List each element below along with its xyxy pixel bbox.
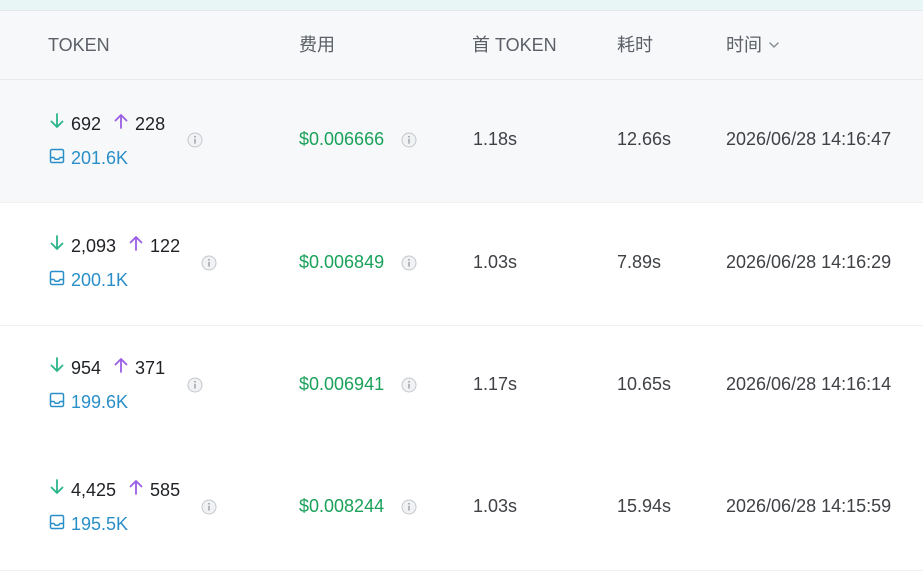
info-icon[interactable]: [201, 499, 217, 515]
arrow-down-icon: [49, 111, 65, 137]
output-tokens: 585: [150, 480, 181, 500]
arrow-down-icon: [49, 233, 65, 259]
arrow-up-icon: [113, 355, 129, 381]
timestamp: 2026/06/28 14:16:14: [726, 374, 892, 394]
timestamp: 2026/06/28 14:15:59: [726, 496, 892, 516]
timestamp: 2026/06/28 14:16:47: [726, 129, 892, 149]
table-row[interactable]: 692 228 201.6K $0.006666 1.18s 12.66s 202…: [0, 80, 923, 203]
input-tokens: 2,093: [71, 236, 117, 256]
info-icon[interactable]: [401, 255, 417, 271]
table-row[interactable]: 4,425 585 195.5K $0.008244 1.03s 15.94s 2…: [0, 448, 923, 571]
cost: $0.006666: [299, 129, 385, 149]
first-token-latency: 1.03s: [473, 496, 518, 516]
inbox-icon: [49, 267, 65, 293]
output-tokens: 371: [135, 358, 166, 378]
cost: $0.006941: [299, 374, 385, 394]
token-io: 2,093 122: [49, 233, 180, 259]
info-icon[interactable]: [187, 132, 203, 148]
input-tokens: 4,425: [71, 480, 117, 500]
input-tokens: 954: [71, 358, 102, 378]
cache-tokens: 200.1K: [71, 270, 129, 290]
cache-tokens: 201.6K: [71, 148, 129, 168]
table-header: TOKEN 费用 首 TOKEN 耗时 时间: [0, 11, 923, 80]
input-tokens: 692: [71, 114, 102, 134]
header-first-token: 首 TOKEN: [472, 35, 557, 55]
header-time-label: 时间: [726, 35, 762, 55]
token-io: 954 371: [49, 355, 165, 381]
token-cache: 195.5K: [49, 511, 128, 537]
duration: 15.94s: [617, 496, 672, 516]
output-tokens: 122: [150, 236, 181, 256]
info-icon[interactable]: [201, 255, 217, 271]
info-icon[interactable]: [401, 499, 417, 515]
inbox-icon: [49, 145, 65, 171]
cost: $0.006849: [299, 252, 385, 272]
header-time[interactable]: 时间: [726, 11, 780, 79]
header-duration: 耗时: [617, 35, 653, 55]
table-row[interactable]: 2,093 122 200.1K $0.006849 1.03s 7.89s 20…: [0, 203, 923, 326]
duration: 7.89s: [617, 252, 662, 272]
chevron-down-icon[interactable]: [768, 11, 780, 79]
header-cost: 费用: [299, 35, 335, 55]
token-io: 692 228: [49, 111, 165, 137]
table-row[interactable]: 954 371 199.6K $0.006941 1.17s 10.65s 202…: [0, 326, 923, 449]
inbox-icon: [49, 511, 65, 537]
info-icon[interactable]: [401, 377, 417, 393]
token-cache: 199.6K: [49, 389, 128, 415]
first-token-latency: 1.18s: [473, 129, 518, 149]
info-icon[interactable]: [401, 132, 417, 148]
info-icon[interactable]: [187, 377, 203, 393]
duration: 10.65s: [617, 374, 672, 394]
token-cache: 201.6K: [49, 145, 128, 171]
arrow-up-icon: [113, 111, 129, 137]
header-token: TOKEN: [48, 35, 110, 55]
cost: $0.008244: [299, 496, 385, 516]
inbox-icon: [49, 389, 65, 415]
arrow-up-icon: [128, 477, 144, 503]
top-bar: [0, 0, 923, 11]
output-tokens: 228: [135, 114, 166, 134]
cache-tokens: 195.5K: [71, 514, 129, 534]
cache-tokens: 199.6K: [71, 392, 129, 412]
token-cache: 200.1K: [49, 267, 128, 293]
first-token-latency: 1.03s: [473, 252, 518, 272]
arrow-down-icon: [49, 355, 65, 381]
timestamp: 2026/06/28 14:16:29: [726, 252, 892, 272]
arrow-down-icon: [49, 477, 65, 503]
arrow-up-icon: [128, 233, 144, 259]
duration: 12.66s: [617, 129, 672, 149]
first-token-latency: 1.17s: [473, 374, 518, 394]
token-io: 4,425 585: [49, 477, 180, 503]
